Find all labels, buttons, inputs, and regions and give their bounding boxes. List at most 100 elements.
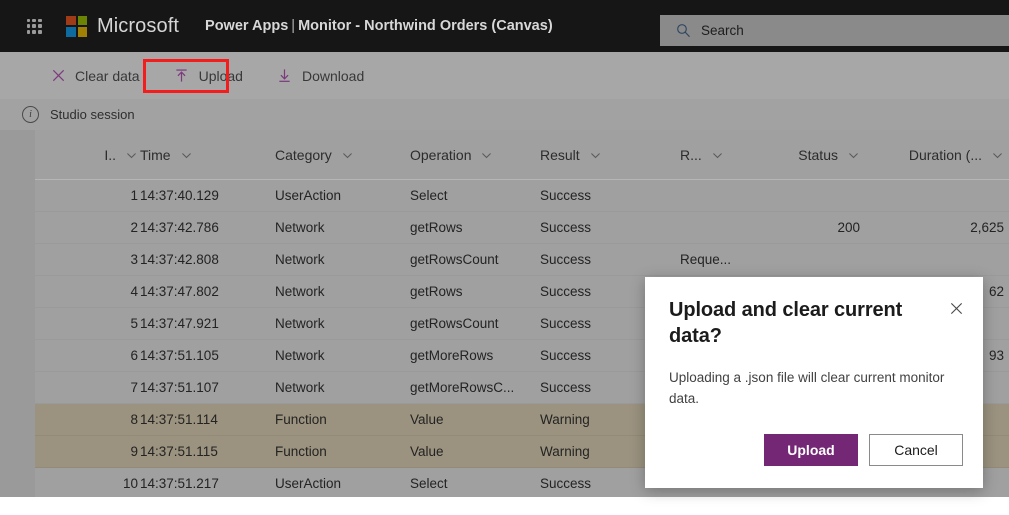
dialog-upload-button[interactable]: Upload — [764, 434, 858, 466]
column-header-label: Category — [275, 147, 332, 163]
chevron-down-icon[interactable] — [125, 149, 138, 162]
chevron-down-icon[interactable] — [711, 149, 724, 162]
close-icon[interactable] — [943, 295, 969, 321]
clear-data-button[interactable]: Clear data — [40, 60, 150, 92]
table-row[interactable]: 3 14:37:42.808 Network getRowsCount Success R… — [35, 244, 1009, 276]
cell-category: Network — [275, 348, 325, 363]
table-row[interactable]: 2 14:37:42.786 Network getRows Success 200 2,6… — [35, 212, 1009, 244]
close-x-icon — [50, 68, 66, 84]
cell-time: 14:37:42.808 — [140, 252, 219, 267]
cell-status: 200 — [837, 220, 860, 235]
cell-index: 1 — [130, 188, 138, 203]
cell-time: 14:37:51.105 — [140, 348, 219, 363]
cell-time: 14:37:51.114 — [140, 412, 218, 427]
dialog-body-text: Uploading a .json file will clear curren… — [669, 370, 945, 406]
cell-category: Function — [275, 412, 327, 427]
cell-result: Success — [540, 284, 592, 299]
waffle-icon — [26, 18, 42, 34]
column-header-label: Duration (... — [908, 147, 982, 163]
session-label: Studio session — [50, 107, 135, 122]
column-header-duration[interactable]: Duration (... — [880, 130, 1004, 180]
cell-category: Network — [275, 252, 325, 267]
cell-index: 9 — [130, 444, 138, 459]
chevron-down-icon[interactable] — [180, 149, 193, 162]
info-icon: i — [22, 106, 39, 123]
column-header-label: I.. — [104, 147, 116, 163]
cell-operation: Value — [410, 412, 444, 427]
chevron-down-icon[interactable] — [847, 149, 860, 162]
app-launcher-button[interactable] — [16, 0, 52, 52]
column-header-category[interactable]: Category — [275, 130, 395, 180]
cell-operation: getMoreRows — [410, 348, 494, 363]
cell-category: UserAction — [275, 476, 342, 491]
app-name: Power Apps — [205, 18, 289, 34]
cell-index: 6 — [130, 348, 138, 363]
cell-result: Warning — [540, 444, 590, 459]
app-title[interactable]: Power Apps | Monitor - Northwind Orders (C… — [205, 18, 553, 34]
cell-operation: getRows — [410, 220, 463, 235]
microsoft-logo[interactable]: Microsoft — [66, 15, 179, 38]
column-header-label: Operation — [410, 147, 472, 163]
cell-index: 7 — [130, 380, 138, 395]
upload-confirm-dialog: Upload and clear current data? Uploading… — [645, 277, 983, 488]
cell-index: 4 — [130, 284, 138, 299]
cell-category: Network — [275, 316, 325, 331]
cell-duration: 2,625 — [970, 220, 1004, 235]
search-icon — [676, 23, 691, 38]
cell-result: Warning — [540, 412, 590, 427]
cell-operation: getMoreRowsC... — [410, 380, 515, 395]
dialog-actions: Upload Cancel — [764, 434, 963, 466]
cell-index: 10 — [122, 476, 138, 491]
cell-time: 14:37:51.217 — [140, 476, 219, 491]
column-header-status[interactable]: Status — [735, 130, 860, 180]
cell-time: 14:37:42.786 — [140, 220, 219, 235]
search-box[interactable]: Search — [660, 15, 1009, 46]
upload-label: Upload — [198, 67, 243, 84]
cell-operation: Select — [410, 188, 448, 203]
upload-button[interactable]: Upload — [164, 60, 253, 92]
command-bar: Clear data Upload Download — [0, 52, 1009, 99]
cell-result: Success — [540, 188, 592, 203]
cell-time: 14:37:47.921 — [140, 316, 219, 331]
cell-operation: getRowsCount — [410, 252, 499, 267]
cell-result: Success — [540, 476, 592, 491]
table-row[interactable]: 1 14:37:40.129 UserAction Select Success — [35, 180, 1009, 212]
table-header-row: I.. Time Category Operation Result R... Status… — [35, 130, 1009, 180]
table-left-gutter — [0, 130, 35, 497]
column-header-label: Result — [540, 147, 580, 163]
cell-time: 14:37:51.107 — [140, 380, 219, 395]
cell-time: 14:37:40.129 — [140, 188, 219, 203]
cell-result: Success — [540, 380, 592, 395]
suite-header: Microsoft Power Apps | Monitor - Northwind… — [0, 0, 1009, 52]
download-label: Download — [301, 67, 365, 84]
search-input[interactable]: Search — [701, 23, 744, 38]
dialog-title: Upload and clear current data? — [669, 299, 903, 348]
column-header-label: Time — [140, 147, 171, 163]
microsoft-squares-icon — [66, 15, 87, 37]
cell-index: 2 — [130, 220, 138, 235]
app-context: Monitor - Northwind Orders (Canvas) — [298, 18, 553, 34]
column-header-label: R... — [680, 147, 702, 163]
column-header-result[interactable]: Result — [540, 130, 660, 180]
download-button[interactable]: Download — [267, 60, 374, 92]
cell-r: Reque... — [680, 252, 732, 267]
cell-index: 8 — [130, 412, 138, 427]
chevron-down-icon[interactable] — [991, 149, 1004, 162]
dialog-cancel-button[interactable]: Cancel — [869, 434, 963, 466]
cell-result: Success — [540, 252, 592, 267]
cell-operation: Value — [410, 444, 444, 459]
session-bar: i Studio session — [0, 99, 1009, 130]
cell-category: Network — [275, 380, 325, 395]
chevron-down-icon[interactable] — [480, 149, 493, 162]
cell-operation: Select — [410, 476, 448, 491]
chevron-down-icon[interactable] — [341, 149, 354, 162]
column-header-operation[interactable]: Operation — [410, 130, 530, 180]
column-header-index[interactable]: I.. — [50, 130, 138, 180]
column-header-label: Status — [798, 147, 838, 163]
column-header-time[interactable]: Time — [140, 130, 260, 180]
cell-time: 14:37:51.115 — [140, 444, 218, 459]
chevron-down-icon[interactable] — [589, 149, 602, 162]
cell-category: Network — [275, 284, 325, 299]
cell-result: Success — [540, 348, 592, 363]
title-separator: | — [291, 18, 296, 34]
